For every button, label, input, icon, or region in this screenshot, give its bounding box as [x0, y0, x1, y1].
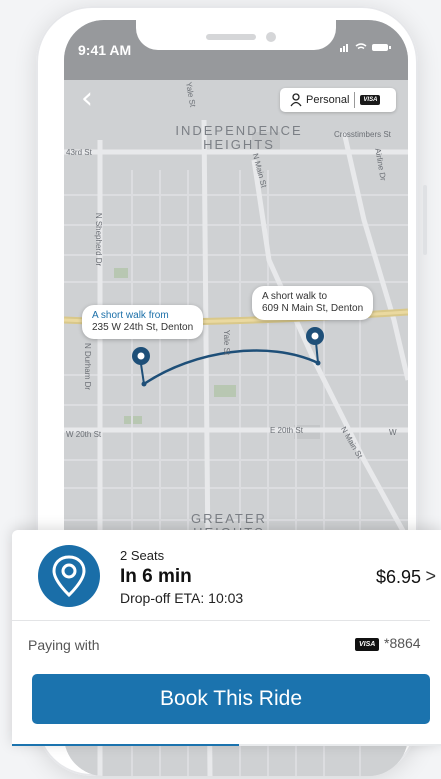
dropoff-callout: A short walk to 609 N Main St, Denton	[252, 286, 374, 320]
pickup-callout-address: 235 W 24th St, Denton	[92, 322, 194, 333]
book-ride-label: Book This Ride	[159, 687, 303, 710]
phone-side-button	[423, 185, 427, 255]
pickup-callout-title: A short walk from	[92, 310, 169, 321]
person-icon	[290, 93, 302, 107]
status-bar: 9:41 AM	[64, 20, 408, 64]
ride-price[interactable]: $6.95	[376, 567, 421, 588]
street-label: N Durham Dr	[83, 342, 93, 391]
divider	[354, 92, 356, 108]
speaker	[206, 34, 256, 40]
divider	[12, 620, 430, 621]
street-label: W 20th St	[66, 430, 102, 439]
pickup-callout: A short walk from 235 W 24th St, Denton	[82, 305, 204, 339]
dropoff-eta: Drop-off ETA: 10:03	[120, 590, 244, 606]
phone-notch	[136, 20, 336, 50]
back-chevron-icon[interactable]: ‹	[74, 84, 100, 114]
visa-card-icon[interactable]: VISA	[355, 638, 380, 651]
dropoff-callout-address: 609 N Main St, Denton	[262, 303, 364, 314]
seat-count: 2 Seats	[120, 548, 165, 563]
street-label: N Shepherd Dr	[94, 212, 104, 267]
neighborhood-label: INDEPENDENCE HEIGHTS	[175, 123, 303, 152]
street-label: Crosstimbers St	[334, 130, 391, 139]
profile-label: Personal	[306, 94, 350, 106]
street-label: Yale St	[222, 329, 232, 356]
profile-selector[interactable]: Personal VISA	[280, 88, 396, 112]
street-label: W	[389, 428, 397, 437]
loading-progress-fill	[12, 744, 240, 746]
paying-with-label: Paying with	[28, 637, 100, 653]
street-label: 43rd St	[66, 148, 92, 157]
dropoff-callout-title: A short walk to	[262, 291, 328, 302]
book-ride-button[interactable]: Book This Ride	[32, 674, 430, 724]
ride-option-card[interactable]: 2 Seats In 6 min Drop-off ETA: 10:03 $6.…	[12, 530, 441, 746]
camera	[266, 32, 276, 42]
pickup-eta: In 6 min	[120, 566, 192, 587]
visa-card-icon: VISA	[360, 95, 381, 105]
loading-progress-bar	[12, 744, 441, 746]
card-last-four[interactable]: *8864	[384, 635, 421, 651]
location-pin-icon	[38, 545, 100, 607]
signal-wifi-battery-icon	[340, 42, 392, 55]
status-time: 9:41 AM	[78, 42, 132, 58]
chevron-right-icon[interactable]: >	[425, 566, 436, 587]
street-label: E 20th St	[270, 426, 303, 435]
